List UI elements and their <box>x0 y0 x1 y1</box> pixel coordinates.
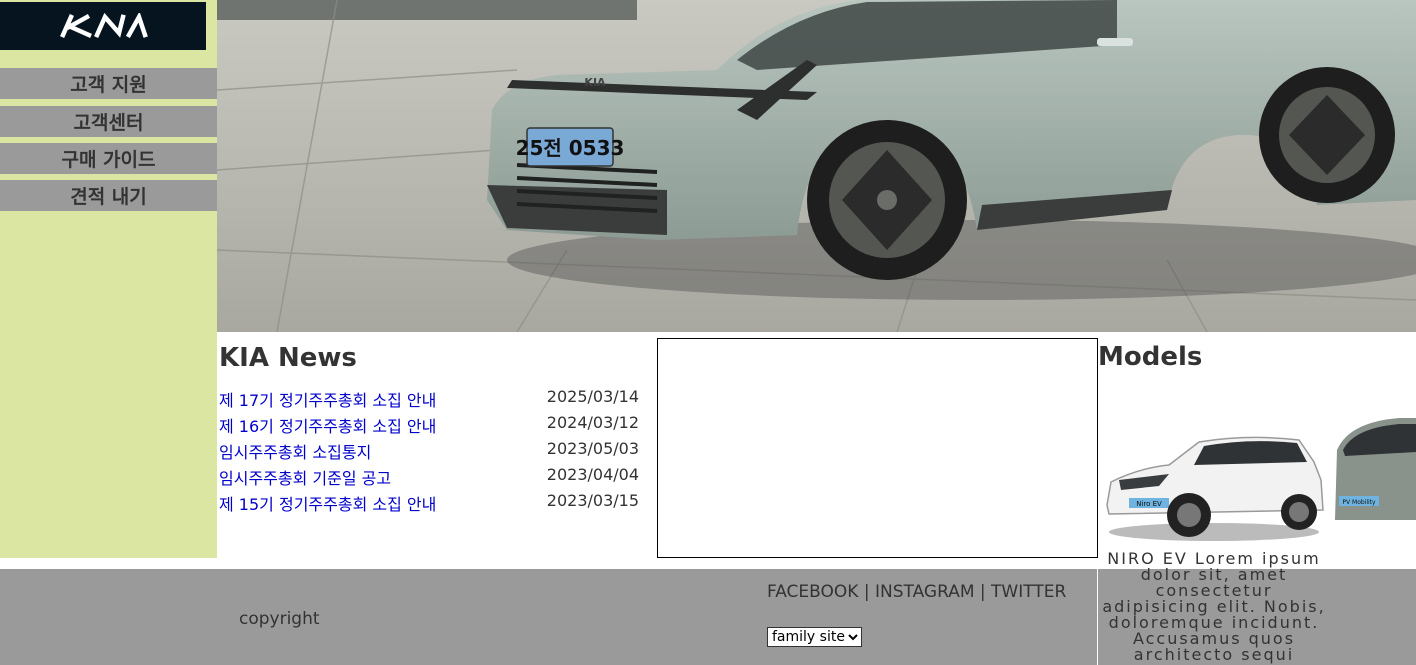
facebook-link[interactable]: FACEBOOK <box>767 582 858 602</box>
model-car-image-pv[interactable]: PV Mobility <box>1335 418 1416 520</box>
kia-logo[interactable] <box>0 2 206 50</box>
news-date: 2023/03/15 <box>546 491 639 510</box>
sidebar-item-label: 견적 내기 <box>70 186 147 208</box>
social-links: FACEBOOK | INSTAGRAM | TWITTER <box>767 582 1066 602</box>
license-plate-text: 25전 0533 <box>516 136 625 160</box>
model-caption: NIRO EV Lorem ipsum dolor sit, amet cons… <box>1102 549 1326 664</box>
sidebar: 고객 지원 고객센터 구매 가이드 견적 내기 <box>0 0 217 558</box>
news-list-item: 임시주주총회 기준일 공고 2023/04/04 <box>219 465 639 489</box>
sidebar-item-label: 고객센터 <box>73 112 144 134</box>
social-separator: | <box>979 582 986 602</box>
news-date: 2023/04/04 <box>546 465 639 484</box>
kia-logo-icon <box>60 13 148 39</box>
social-separator: | <box>863 582 870 602</box>
news-list-item: 제 17기 정기주주총회 소집 안내 2025/03/14 <box>219 387 639 411</box>
news-link[interactable]: 임시주주총회 기준일 공고 <box>219 465 391 489</box>
twitter-link[interactable]: TWITTER <box>991 582 1066 602</box>
models-carousel[interactable]: Niro EV PV Mobility <box>1099 410 1416 550</box>
models-title: Models <box>1098 342 1203 372</box>
hero-banner: 25전 0533 KIA <box>217 0 1416 332</box>
news-link[interactable]: 제 15기 정기주주총회 소집 안내 <box>219 491 436 515</box>
news-link[interactable]: 임시주주총회 소집통지 <box>219 439 371 463</box>
sidebar-item-label: 고객 지원 <box>70 74 147 96</box>
news-date: 2024/03/12 <box>546 413 639 432</box>
news-link[interactable]: 제 17기 정기주주총회 소집 안내 <box>219 387 436 411</box>
car-badge-text: KIA <box>584 76 606 89</box>
sidebar-item-label: 구매 가이드 <box>61 149 156 171</box>
footer-divider <box>1097 569 1098 665</box>
news-title: KIA News <box>219 343 357 373</box>
copyright-text: copyright <box>239 609 320 629</box>
news-link[interactable]: 제 16기 정기주주총회 소집 안내 <box>219 413 436 437</box>
sidebar-item-customer-support[interactable]: 고객 지원 <box>0 68 217 99</box>
model-badge-text: Niro EV <box>1136 500 1162 508</box>
model-car-image-niro[interactable]: Niro EV <box>1106 436 1324 541</box>
model-badge-text: PV Mobility <box>1342 499 1376 506</box>
sidebar-item-purchase-guide[interactable]: 구매 가이드 <box>0 143 217 174</box>
news-date: 2023/05/03 <box>546 439 639 458</box>
news-list-item: 임시주주총회 소집통지 2023/05/03 <box>219 439 639 463</box>
hero-car-image: 25전 0533 KIA <box>217 0 1416 332</box>
news-list-item: 제 15기 정기주주총회 소집 안내 2023/03/15 <box>219 491 639 515</box>
sidebar-item-get-quote[interactable]: 견적 내기 <box>0 180 217 211</box>
news-list-item: 제 16기 정기주주총회 소집 안내 2024/03/12 <box>219 413 639 437</box>
news-date: 2025/03/14 <box>546 387 639 406</box>
content-placeholder-box <box>657 338 1098 558</box>
family-site-select[interactable]: family site <box>767 627 862 647</box>
sidebar-item-customer-center[interactable]: 고객센터 <box>0 106 217 137</box>
instagram-link[interactable]: INSTAGRAM <box>875 582 975 602</box>
